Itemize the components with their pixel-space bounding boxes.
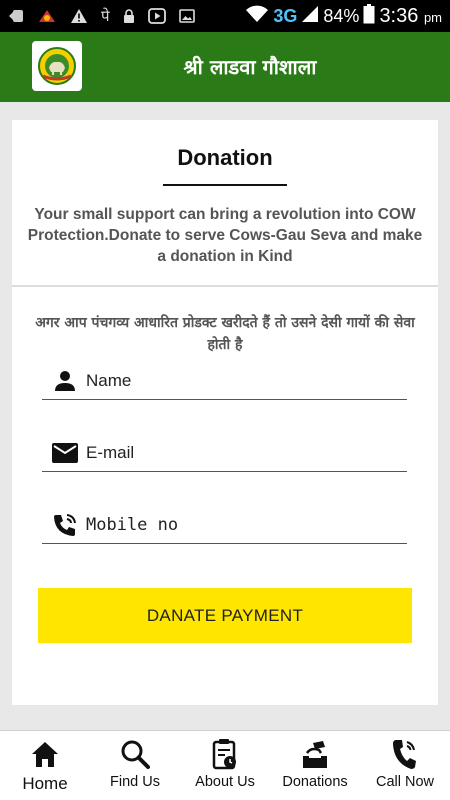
nav-donations[interactable]: Donations [270,731,360,800]
donation-card: Donation Your small support can bring a … [12,120,438,705]
warning-icon [70,8,88,24]
lock-icon [123,9,135,23]
donation-box-icon [298,737,332,771]
wifi-icon [245,5,269,27]
nav-home[interactable]: Home [0,731,90,800]
mail-icon [50,438,80,468]
battery-icon [363,4,375,28]
donate-payment-button[interactable]: DANATE PAYMENT [38,588,412,643]
image-icon [178,9,195,23]
back-notification-icon [8,9,24,23]
donation-description: Your small support can bring a revolutio… [27,206,423,265]
mobile-input[interactable] [86,514,386,535]
clock-time: 3:36 [379,4,419,27]
nav-call-now[interactable]: Call Now [360,731,450,800]
clock-ampm: pm [423,9,442,25]
email-field [42,434,407,472]
clipboard-clock-icon [208,737,242,771]
battery-percent: 84% [323,5,360,26]
name-field [42,362,407,400]
hindi-note: अगर आप पंचगव्य आधारित प्रोडक्ट खरीदते है… [35,315,415,353]
nav-call-now-label: Call Now [375,774,434,790]
phone-ringing-icon [50,510,80,540]
card-divider [12,285,438,287]
app-title: श्री लाडवा गौशाला [183,55,317,79]
notification-icons: पे [8,6,195,26]
clock: 3:36 pm [379,5,442,28]
network-type: 3G [273,5,298,26]
mobile-field [42,506,407,544]
bottom-nav: Home Find Us About Us Donations Call Now [0,730,450,800]
status-bar: पे 3G 84% 3:36 pm [0,0,450,32]
home-icon [28,737,62,771]
devanagari-notification-icon: पे [101,7,110,25]
person-icon [50,366,80,396]
nav-find-us[interactable]: Find Us [90,731,180,800]
app-bar: श्री लाडवा गौशाला [0,32,450,102]
signal-icon [301,5,319,27]
nav-about-us[interactable]: About Us [180,731,270,800]
nav-home-label: Home [22,774,68,793]
title-underline [163,184,287,186]
donation-title: Donation [177,145,273,170]
play-store-icon [147,8,166,24]
name-input[interactable] [86,370,386,391]
nav-about-us-label: About Us [195,774,255,790]
email-input[interactable] [86,442,386,463]
app-notification-icon [37,8,57,24]
nav-donations-label: Donations [282,774,348,790]
system-status: 3G 84% 3:36 pm [245,4,442,28]
nav-find-us-label: Find Us [110,774,160,790]
phone-icon [388,737,422,771]
search-icon [118,737,152,771]
